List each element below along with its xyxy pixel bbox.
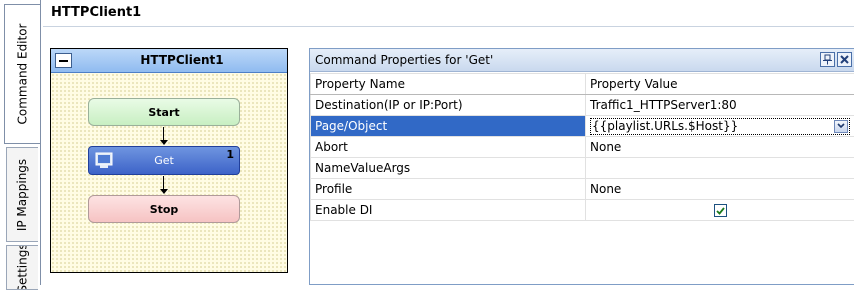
properties-header: Command Properties for 'Get': [310, 49, 854, 72]
dropdown-button[interactable]: [834, 120, 848, 133]
tab-ip-mappings[interactable]: IP Mappings: [6, 147, 38, 242]
flow-header: HTTPClient1: [51, 49, 287, 73]
command-flow-panel: HTTPClient1 Start Get 1 Stop: [50, 48, 288, 273]
property-value-cell: [586, 200, 854, 221]
properties-grid: Property Name Property Value Destination…: [310, 73, 854, 221]
stop-node-label: Stop: [150, 203, 179, 216]
table-row[interactable]: Enable DI: [311, 200, 854, 221]
vertical-tab-strip: Command Editor IP Mappings Settings: [0, 0, 40, 285]
http-command-icon: [95, 152, 113, 169]
close-button[interactable]: [837, 52, 852, 67]
column-header-name[interactable]: Property Name: [311, 74, 586, 95]
table-row-selected[interactable]: Page/Object {{playlist.URLs.$Host}}: [311, 116, 854, 137]
command-properties-panel: Command Properties for 'Get' Property Na…: [309, 48, 854, 285]
page-object-value: {{playlist.URLs.$Host}}: [592, 119, 738, 133]
tab-settings[interactable]: Settings: [6, 245, 38, 290]
title-divider: [43, 26, 854, 27]
tab-settings-label: Settings: [16, 245, 30, 290]
start-node-label: Start: [148, 106, 179, 119]
property-value-cell[interactable]: Traffic1_HTTPServer1:80: [586, 95, 854, 116]
checkmark-icon: [716, 207, 725, 215]
table-row[interactable]: Abort None: [311, 137, 854, 158]
tab-ip-mappings-label: IP Mappings: [16, 158, 30, 230]
enable-di-checkbox[interactable]: [714, 204, 727, 217]
column-header-value[interactable]: Property Value: [586, 74, 854, 95]
property-name-cell[interactable]: Abort: [311, 137, 586, 158]
properties-title: Command Properties for 'Get': [315, 53, 493, 67]
tab-command-editor-label: Command Editor: [16, 23, 30, 124]
property-value-cell[interactable]: [586, 158, 854, 179]
connector-line: [163, 176, 164, 190]
property-name-cell[interactable]: Page/Object: [311, 116, 586, 137]
pin-icon: [822, 54, 833, 65]
chevron-down-icon: [837, 123, 845, 129]
get-node-number: 1: [226, 148, 234, 161]
connector-line: [163, 127, 164, 141]
command-editor-panel: HTTPClient1 HTTPClient1 Start Get 1 Stop: [40, 0, 854, 285]
property-name-cell[interactable]: NameValueArgs: [311, 158, 586, 179]
property-name-cell[interactable]: Destination(IP or IP:Port): [311, 95, 586, 116]
property-value-cell[interactable]: None: [586, 137, 854, 158]
flow-title: HTTPClient1: [81, 53, 283, 67]
property-value-cell: {{playlist.URLs.$Host}}: [586, 116, 854, 137]
table-row[interactable]: Profile None: [311, 179, 854, 200]
property-name-cell[interactable]: Enable DI: [311, 200, 586, 221]
grid-header-row: Property Name Property Value: [311, 74, 854, 95]
arrow-down-icon: [160, 189, 168, 194]
page-object-dropdown[interactable]: {{playlist.URLs.$Host}}: [590, 118, 850, 135]
tab-command-editor[interactable]: Command Editor: [4, 4, 40, 144]
table-row[interactable]: NameValueArgs: [311, 158, 854, 179]
page-title: HTTPClient1: [51, 5, 141, 20]
close-icon: [839, 54, 850, 65]
table-row[interactable]: Destination(IP or IP:Port) Traffic1_HTTP…: [311, 95, 854, 116]
property-name-cell[interactable]: Profile: [311, 179, 586, 200]
get-node-label: Get: [154, 154, 174, 167]
arrow-down-icon: [160, 140, 168, 145]
property-value-cell[interactable]: None: [586, 179, 854, 200]
get-command-node[interactable]: Get 1: [88, 146, 240, 175]
collapse-button[interactable]: [55, 53, 72, 68]
stop-node[interactable]: Stop: [88, 195, 240, 223]
start-node[interactable]: Start: [88, 98, 240, 126]
pin-button[interactable]: [820, 52, 835, 67]
